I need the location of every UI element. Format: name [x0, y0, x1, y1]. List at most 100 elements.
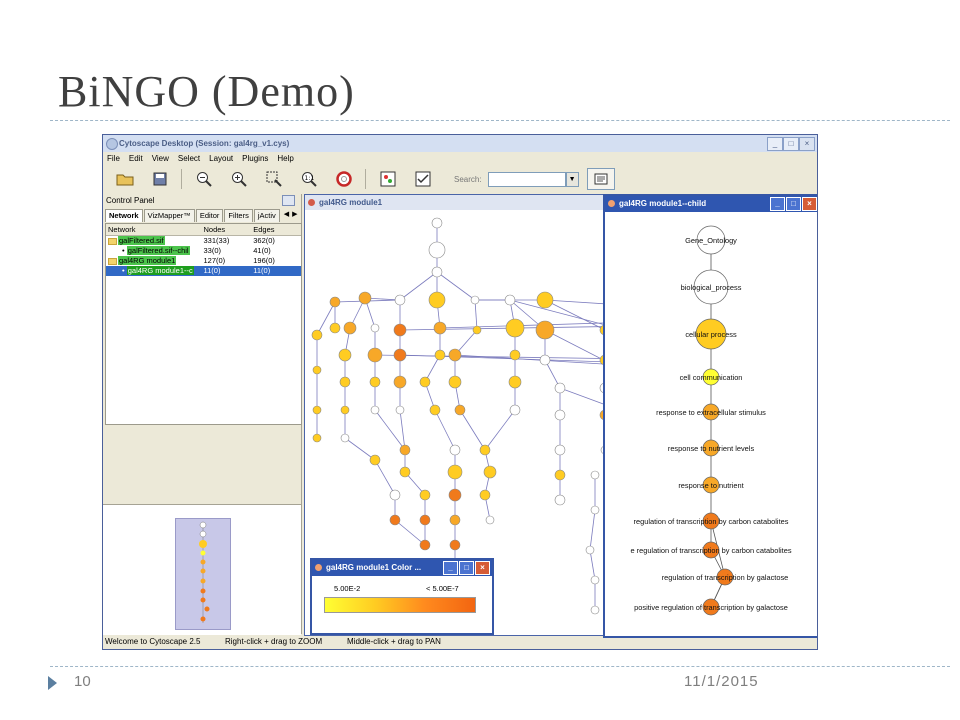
menu-plugins[interactable]: Plugins [242, 154, 268, 163]
tab-scroll-left-icon[interactable]: ◀ [284, 209, 289, 222]
folder-icon [108, 237, 117, 245]
network-table: Network Nodes Edges galFiltered.sif 331(… [105, 223, 302, 425]
bullet-icon: • [122, 266, 125, 275]
zoom-out-icon[interactable] [191, 168, 217, 190]
network-name: galFiltered.sif--chil [126, 246, 190, 255]
footer-divider [50, 666, 950, 667]
overview-viewport[interactable] [175, 518, 231, 630]
cytoscape-window: Cytoscape Desktop (Session: gal4rg_v1.cy… [102, 134, 818, 650]
go-term-label: regulation of transcription by carbon ca… [634, 517, 789, 526]
child-frame-icon [608, 200, 615, 207]
child-minimize-button[interactable]: _ [770, 197, 785, 211]
panel-tabs: Network VizMapper™ Editor Filters jActiv… [105, 209, 301, 222]
tb-separator [181, 169, 182, 189]
legend-window[interactable]: gal4RG module1 Color ... _ □ × 5.00E-2 <… [310, 558, 494, 635]
column-header[interactable]: Edges [251, 224, 301, 235]
overview-thumbnail [199, 521, 210, 623]
go-term-label: response to nutrient [678, 481, 743, 490]
node-attr-icon[interactable] [375, 168, 401, 190]
table-row[interactable]: galFiltered.sif 331(33) 362(0) [106, 236, 301, 246]
status-bar: Welcome to Cytoscape 2.5 Right-click + d… [103, 635, 817, 649]
legend-frame-icon [315, 564, 322, 571]
row-edges: 11(0) [253, 266, 271, 275]
title-divider [50, 120, 950, 121]
row-edges: 41(0) [253, 246, 271, 255]
menu-edit[interactable]: Edit [129, 154, 143, 163]
go-term-label: Gene_Ontology [685, 236, 737, 245]
menu-select[interactable]: Select [178, 154, 200, 163]
frame-icon [308, 199, 315, 206]
footer-bullet-icon [48, 676, 57, 690]
go-term-label: cell communication [680, 373, 743, 382]
table-row[interactable]: • galFiltered.sif--chil 33(0) 41(0) [106, 246, 301, 256]
row-name: • gal4RG module1--c [106, 266, 202, 276]
minimize-button[interactable]: _ [767, 137, 783, 151]
search-dropdown-button[interactable]: ▼ [565, 171, 579, 187]
network-name: galFiltered.sif [118, 236, 165, 245]
child-network-window[interactable]: gal4RG module1--child _ □ × Gene_Ontolog… [603, 194, 817, 638]
open-folder-icon[interactable] [112, 168, 138, 190]
row-nodes: 11(0) [203, 266, 221, 275]
app-icon [106, 138, 118, 150]
save-icon[interactable] [147, 168, 173, 190]
go-term-label: e regulation of transcription by carbon … [630, 546, 791, 555]
legend-maximize-button[interactable]: □ [459, 561, 474, 575]
network-frame-title: gal4RG module1 [319, 198, 383, 207]
tab-scroll-right-icon[interactable]: ▶ [292, 209, 297, 222]
tab-network[interactable]: Network [105, 209, 143, 222]
lifebuoy-icon[interactable] [331, 168, 357, 190]
tab-vizmapper[interactable]: VizMapper™ [143, 209, 195, 222]
column-header[interactable]: Network [106, 224, 202, 235]
control-panel-title: Control Panel [106, 196, 155, 205]
child-maximize-button[interactable]: □ [786, 197, 801, 211]
slide-date: 11/1/2015 [684, 673, 759, 690]
row-name: • galFiltered.sif--chil [106, 246, 202, 256]
legend-minimize-button[interactable]: _ [443, 561, 458, 575]
table-row[interactable]: gal4RG module1 127(0) 196(0) [106, 256, 301, 266]
table-row[interactable]: • gal4RG module1--c 11(0) 11(0) [106, 266, 301, 276]
legend-titlebar: gal4RG module1 Color ... _ □ × [312, 560, 492, 576]
maximize-button[interactable]: □ [783, 137, 799, 151]
edge-attr-icon[interactable] [410, 168, 436, 190]
search-input[interactable] [487, 171, 566, 187]
menu-file[interactable]: File [107, 154, 120, 163]
tab-editor[interactable]: Editor [195, 209, 224, 222]
network-name: gal4RG module1 [118, 256, 177, 265]
zoom-fit-icon[interactable]: 1:1 [296, 168, 322, 190]
child-frame-title: gal4RG module1--child [619, 199, 707, 208]
child-titlebar: gal4RG module1--child _ □ × [605, 196, 817, 212]
go-term-label: cellular process [685, 330, 737, 339]
go-term-label: regulation of transcription by galactose [662, 573, 789, 582]
close-button[interactable]: × [799, 137, 815, 151]
menu-layout[interactable]: Layout [209, 154, 233, 163]
overview-panel[interactable] [103, 504, 301, 635]
row-nodes: 331(33) [203, 236, 230, 245]
row-edges: 196(0) [253, 256, 275, 265]
legend-color-gradient [324, 597, 476, 613]
window-titlebar: Cytoscape Desktop (Session: gal4rg_v1.cy… [103, 135, 817, 152]
status-pan-hint: Middle-click + drag to PAN [347, 637, 441, 646]
zoom-selected-icon[interactable] [261, 168, 287, 190]
network-icon[interactable] [586, 168, 615, 190]
window-title: Cytoscape Desktop (Session: gal4rg_v1.cy… [119, 139, 290, 148]
menu-help[interactable]: Help [277, 154, 293, 163]
legend-title: gal4RG module1 Color ... [326, 563, 422, 572]
network-name: gal4RG module1--c [126, 266, 194, 275]
dock-button[interactable] [282, 195, 295, 206]
menu-bar: File Edit View Select Layout Plugins Hel… [103, 152, 817, 164]
column-header[interactable]: Nodes [202, 224, 252, 235]
go-term-label: positive regulation of transcription by … [634, 603, 788, 612]
tab-filters[interactable]: Filters [224, 209, 253, 222]
slide-title: BiNGO (Demo) [58, 67, 355, 116]
child-close-button[interactable]: × [802, 197, 817, 211]
row-name: galFiltered.sif [106, 236, 202, 246]
tb-separator [365, 169, 366, 189]
zoom-in-icon[interactable] [226, 168, 252, 190]
network-nodes [311, 217, 611, 615]
menu-view[interactable]: View [152, 154, 169, 163]
bullet-icon: • [122, 246, 125, 255]
tab-jactive[interactable]: jActiv [253, 209, 280, 222]
child-network-canvas[interactable]: Gene_Ontology biological_process cellular … [605, 212, 815, 632]
legend-close-button[interactable]: × [475, 561, 490, 575]
toolbar: 1:1 Search: ▼ [103, 165, 817, 193]
